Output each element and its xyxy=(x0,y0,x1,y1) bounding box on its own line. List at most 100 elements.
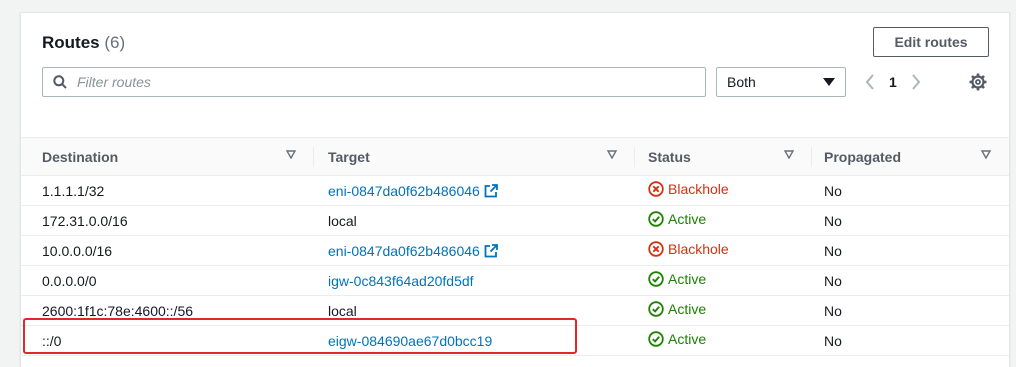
propagated-value: No xyxy=(824,332,842,349)
propagated-value: No xyxy=(824,242,842,259)
cell-status: Blackhole xyxy=(635,175,812,206)
filter-routes-input[interactable] xyxy=(75,68,705,96)
target-link[interactable]: eigw-084690ae67d0bcc19 xyxy=(328,333,492,349)
target-link[interactable]: igw-0c843f64ad20fd5df xyxy=(328,273,474,289)
cell-propagated: No xyxy=(812,205,1009,236)
column-header-status[interactable]: Status xyxy=(635,137,812,176)
cell-propagated: No xyxy=(812,325,1009,356)
success-check-icon xyxy=(648,211,664,227)
cell-propagated: No xyxy=(812,235,1009,266)
cell-target: local xyxy=(314,295,635,326)
external-link-icon[interactable] xyxy=(484,243,498,258)
status-label: Active xyxy=(668,331,707,347)
error-x-icon xyxy=(648,181,664,197)
table-row[interactable]: 2600:1f1c:78e:4600::/56 local Active No xyxy=(21,295,1009,326)
cell-destination: 1.1.1.1/32 xyxy=(21,175,314,206)
propagated-value: No xyxy=(824,182,842,199)
status-indicator: Active xyxy=(648,211,706,227)
status-label: Blackhole xyxy=(668,241,729,257)
current-page-number[interactable]: 1 xyxy=(889,74,897,90)
cell-destination: 172.31.0.0/16 xyxy=(21,205,314,236)
cell-status: Blackhole xyxy=(635,235,812,266)
sort-icon[interactable] xyxy=(286,150,296,159)
column-header-label: Destination xyxy=(42,148,119,165)
error-x-icon xyxy=(648,241,664,257)
cell-destination: ::/0 xyxy=(21,325,314,356)
cell-propagated: No xyxy=(812,265,1009,296)
routes-panel: Routes (6) Edit routes Both 1 xyxy=(20,12,1010,367)
column-header-label: Status xyxy=(648,148,691,165)
column-header-target[interactable]: Target xyxy=(314,137,635,176)
filter-routes-search[interactable] xyxy=(42,67,706,97)
success-check-icon xyxy=(648,271,664,287)
pagination: 1 xyxy=(865,69,921,95)
table-row[interactable]: 172.31.0.0/16 local Active No xyxy=(21,205,1009,236)
destination-value: 0.0.0.0/0 xyxy=(42,272,97,289)
target-value: local xyxy=(328,302,357,319)
propagated-value: No xyxy=(824,302,842,319)
caret-down-icon xyxy=(823,78,835,86)
table-row[interactable]: 1.1.1.1/32 eni-0847da0f62b486046 Blackhole… xyxy=(21,175,1009,206)
destination-value: 172.31.0.0/16 xyxy=(42,212,128,229)
status-indicator: Blackhole xyxy=(648,241,729,257)
destination-value: 1.1.1.1/32 xyxy=(42,182,105,199)
table-row[interactable]: ::/0 eigw-084690ae67d0bcc19 Active No xyxy=(21,325,1009,356)
routes-title: Routes xyxy=(42,33,100,52)
destination-value: ::/0 xyxy=(42,332,62,349)
cell-destination: 0.0.0.0/0 xyxy=(21,265,314,296)
cell-destination: 10.0.0.0/16 xyxy=(21,235,314,266)
success-check-icon xyxy=(648,301,664,317)
next-page-button[interactable] xyxy=(911,74,921,90)
cell-target: igw-0c843f64ad20fd5df xyxy=(314,265,635,296)
previous-page-button[interactable] xyxy=(865,74,875,90)
cell-status: Active xyxy=(635,295,812,326)
success-check-icon xyxy=(648,331,664,347)
cell-propagated: No xyxy=(812,175,1009,206)
destination-value: 10.0.0.0/16 xyxy=(42,242,113,259)
target-link[interactable]: eni-0847da0f62b486046 xyxy=(328,183,480,199)
cell-status: Active xyxy=(635,325,812,356)
cell-target: local xyxy=(314,205,635,236)
edit-routes-button[interactable]: Edit routes xyxy=(873,27,989,57)
chevron-left-icon xyxy=(865,74,874,90)
page-title: Routes (6) xyxy=(42,33,125,53)
external-link-icon[interactable] xyxy=(484,183,498,198)
status-indicator: Active xyxy=(648,331,706,347)
search-icon xyxy=(53,75,67,89)
propagated-value: No xyxy=(824,272,842,289)
table-row[interactable]: 0.0.0.0/0 igw-0c843f64ad20fd5df Active No xyxy=(21,265,1009,296)
status-indicator: Active xyxy=(648,301,706,317)
table-header-row: Destination Target Status Propagated xyxy=(21,137,1009,176)
status-indicator: Active xyxy=(648,271,706,287)
table-row[interactable]: 10.0.0.0/16 eni-0847da0f62b486046 Blackhol… xyxy=(21,235,1009,266)
cell-status: Active xyxy=(635,205,812,236)
column-header-label: Propagated xyxy=(824,148,902,165)
propagation-filter-select[interactable]: Both xyxy=(716,67,846,97)
cell-target: eigw-084690ae67d0bcc19 xyxy=(314,325,635,356)
cell-target: eni-0847da0f62b486046 xyxy=(314,235,635,266)
target-link[interactable]: eni-0847da0f62b486046 xyxy=(328,243,480,259)
routes-table: Destination Target Status Propagated 1.1… xyxy=(21,137,1009,356)
propagated-value: No xyxy=(824,212,842,229)
cell-target: eni-0847da0f62b486046 xyxy=(314,175,635,206)
column-header-destination[interactable]: Destination xyxy=(21,137,314,176)
status-label: Active xyxy=(668,271,707,287)
cell-status: Active xyxy=(635,265,812,296)
status-indicator: Blackhole xyxy=(648,181,729,197)
propagation-filter-value: Both xyxy=(727,74,756,90)
status-label: Active xyxy=(668,211,707,227)
column-header-label: Target xyxy=(328,148,370,165)
sort-icon[interactable] xyxy=(784,150,794,159)
settings-gear-icon[interactable] xyxy=(969,73,987,91)
sort-icon[interactable] xyxy=(981,150,991,159)
target-value: local xyxy=(328,212,357,229)
cell-destination: 2600:1f1c:78e:4600::/56 xyxy=(21,295,314,326)
cell-propagated: No xyxy=(812,295,1009,326)
routes-count: (6) xyxy=(104,33,126,52)
destination-value: 2600:1f1c:78e:4600::/56 xyxy=(42,302,194,319)
status-label: Active xyxy=(668,301,707,317)
sort-icon[interactable] xyxy=(607,150,617,159)
chevron-right-icon xyxy=(912,74,921,90)
status-label: Blackhole xyxy=(668,181,729,197)
column-header-propagated[interactable]: Propagated xyxy=(812,137,1009,176)
